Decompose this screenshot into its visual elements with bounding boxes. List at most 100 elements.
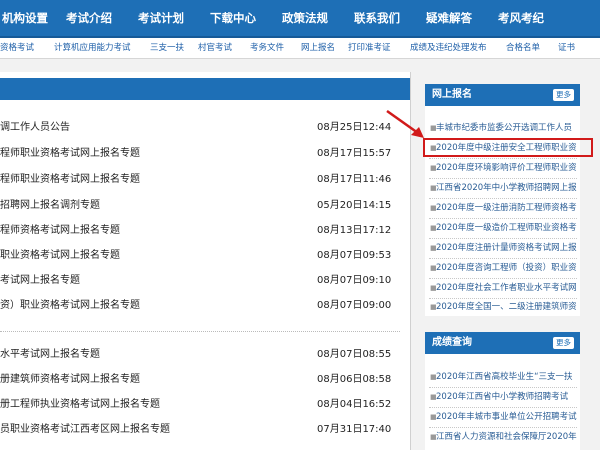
row-date: 08月17日11:46 [317, 174, 392, 185]
item-divider [429, 258, 577, 259]
online-signup-more-link[interactable]: 更多 [553, 89, 574, 101]
subnav-signup[interactable]: 网上报名 [301, 38, 335, 58]
list-row[interactable]: 员职业资格考试江西考区网上报名专题 07月31日17:40 [0, 419, 410, 441]
row-date: 08月07日09:00 [317, 300, 392, 311]
score-query-header: 成绩查询 更多 [425, 332, 580, 354]
row-date: 05月20日14:15 [317, 200, 392, 211]
score-item[interactable]: ■ 2020年江西省高校毕业生“三支一扶 [425, 369, 580, 386]
list-row[interactable]: 程师职业资格考试网上报名专题 08月17日15:57 [0, 143, 410, 165]
list-row[interactable]: 招聘网上报名调剂专题 05月20日14:15 [0, 195, 410, 217]
subnav-certificate[interactable]: 证书 [558, 38, 575, 58]
signup-item[interactable]: ■ 2020年度社会工作者职业水平考试网 [425, 280, 580, 297]
item-divider [429, 178, 577, 179]
score-item[interactable]: ■ 江西省人力资源和社会保障厅2020年 [425, 429, 580, 446]
signup-item[interactable]: ■ 2020年度环境影响评价工程师职业资 [425, 160, 580, 177]
score-item-text: 2020年江西省高校毕业生“三支一扶 [436, 372, 573, 382]
subnav-sanzhiyifu[interactable]: 三支一扶 [150, 38, 184, 58]
row-title: 程师职业资格考试网上报名专题 [0, 148, 140, 159]
row-title: 资）职业资格考试网上报名专题 [0, 300, 140, 311]
nav-item-discipline[interactable]: 考风考纪 [498, 0, 544, 36]
subnav-qualification[interactable]: 资格考试 [0, 38, 34, 58]
nav-item-intro[interactable]: 考试介绍 [66, 0, 112, 36]
row-date: 08月07日08:55 [317, 349, 392, 360]
row-date: 08月13日17:12 [317, 225, 392, 236]
row-title: 招聘网上报名调剂专题 [0, 200, 100, 211]
subnav-passlist[interactable]: 合格名单 [506, 38, 540, 58]
list-row[interactable]: 程师职业资格考试网上报名专题 08月17日11:46 [0, 169, 410, 191]
score-item-text: 2020年江西省中小学教师招聘考试 [436, 392, 569, 402]
highlight-box [423, 138, 593, 157]
signup-item[interactable]: ■ 2020年度注册计量师资格考试网上报 [425, 240, 580, 257]
list-row[interactable]: 考试网上报名专题 08月07日09:10 [0, 270, 410, 292]
signup-item-text: 2020年度全国一、二级注册建筑师资 [436, 302, 577, 312]
signup-item[interactable]: ■ 江西省2020年中小学教师招聘网上报 [425, 180, 580, 197]
nav-item-plan[interactable]: 考试计划 [138, 0, 184, 36]
row-title: 水平考试网上报名专题 [0, 349, 100, 360]
row-title: 册建筑师资格考试网上报名专题 [0, 374, 140, 385]
score-item-text: 江西省人力资源和社会保障厅2020年 [436, 432, 577, 442]
row-title: 考试网上报名专题 [0, 275, 80, 286]
sub-navigation: 资格考试 计算机应用能力考试 三支一扶 村官考试 考务文件 网上报名 打印准考证… [0, 38, 600, 59]
nav-item-faq[interactable]: 疑难解答 [426, 0, 472, 36]
signup-item[interactable]: ■ 2020年度全国一、二级注册建筑师资 [425, 299, 580, 316]
row-date: 08月07日09:10 [317, 275, 392, 286]
subnav-results[interactable]: 成绩及违纪处理发布 [410, 38, 487, 58]
online-signup-header: 网上报名 更多 [425, 84, 580, 106]
announcement-list: 调工作人员公告 08月25日12:44 程师职业资格考试网上报名专题 08月17日1… [0, 72, 411, 450]
row-date: 08月07日09:53 [317, 250, 392, 261]
item-divider [429, 427, 577, 428]
row-date: 08月04日16:52 [317, 399, 392, 410]
signup-item-text: 2020年度咨询工程师（投资）职业资 [436, 263, 577, 273]
score-item[interactable]: ■ 2020年江西省中小学教师招聘考试 [425, 389, 580, 406]
signup-item-text: 2020年度一级造价工程师职业资格考 [436, 223, 577, 233]
subnav-village[interactable]: 村官考试 [198, 38, 232, 58]
signup-item[interactable]: ■ 丰城市纪委市监委公开选调工作人员 [425, 120, 580, 137]
row-date: 08月17日15:57 [317, 148, 392, 159]
score-query-more-link[interactable]: 更多 [553, 337, 574, 349]
item-divider [429, 407, 577, 408]
online-signup-title: 网上报名 [432, 89, 472, 100]
row-title: 职业资格考试网上报名专题 [0, 250, 120, 261]
item-divider [429, 218, 577, 219]
signup-item-text: 2020年度一级注册消防工程师资格考 [436, 203, 577, 213]
subnav-documents[interactable]: 考务文件 [250, 38, 284, 58]
red-arrow-icon [386, 109, 424, 138]
row-date: 08月06日08:58 [317, 374, 392, 385]
signup-item[interactable]: ■ 2020年度咨询工程师（投资）职业资 [425, 260, 580, 277]
signup-item-text: 江西省2020年中小学教师招聘网上报 [436, 183, 577, 193]
row-date: 08月25日12:44 [317, 122, 392, 133]
row-title: 员职业资格考试江西考区网上报名专题 [0, 424, 170, 435]
score-item[interactable]: ■ 2020年丰城市事业单位公开招聘考试 [425, 409, 580, 426]
subnav-computer[interactable]: 计算机应用能力考试 [54, 38, 131, 58]
list-row[interactable]: 职业资格考试网上报名专题 08月07日09:53 [0, 245, 410, 267]
row-title: 调工作人员公告 [0, 122, 70, 133]
subnav-admission[interactable]: 打印准考证 [348, 38, 391, 58]
signup-item[interactable]: ■ 2020年度一级注册消防工程师资格考 [425, 200, 580, 217]
item-divider [429, 198, 577, 199]
nav-item-contact[interactable]: 联系我们 [354, 0, 400, 36]
list-row[interactable]: 册工程师执业资格考试网上报名专题 08月04日16:52 [0, 394, 410, 416]
row-title: 册工程师执业资格考试网上报名专题 [0, 399, 160, 410]
list-row[interactable]: 册建筑师资格考试网上报名专题 08月06日08:58 [0, 369, 410, 391]
list-row[interactable]: 资）职业资格考试网上报名专题 08月07日09:00 [0, 295, 410, 317]
row-title: 程师资格考试网上报名专题 [0, 225, 120, 236]
list-divider [0, 331, 400, 332]
list-row[interactable]: 程师资格考试网上报名专题 08月13日17:12 [0, 220, 410, 242]
row-title: 程师职业资格考试网上报名专题 [0, 174, 140, 185]
online-signup-panel: 网上报名 更多 ■ 丰城市纪委市监委公开选调工作人员 ■ 2020年度中级注册安全工… [425, 84, 580, 316]
item-divider [429, 158, 577, 159]
signup-item-text: 丰城市纪委市监委公开选调工作人员 [436, 123, 573, 133]
item-divider [429, 238, 577, 239]
list-header-bar [0, 78, 410, 100]
score-query-title: 成绩查询 [432, 337, 472, 348]
list-row[interactable]: 调工作人员公告 08月25日12:44 [0, 117, 410, 139]
signup-item-text: 2020年度注册计量师资格考试网上报 [436, 243, 577, 253]
score-query-panel: 成绩查询 更多 ■ 2020年江西省高校毕业生“三支一扶 ■ 2020年江西省中小学… [425, 332, 580, 450]
nav-item-policy[interactable]: 政策法规 [282, 0, 328, 36]
top-navigation: 机构设置 考试介绍 考试计划 下载中心 政策法规 联系我们 疑难解答 考风考纪 [0, 0, 600, 38]
list-row[interactable]: 水平考试网上报名专题 08月07日08:55 [0, 344, 410, 366]
nav-item-org[interactable]: 机构设置 [2, 0, 48, 36]
nav-item-download[interactable]: 下载中心 [210, 0, 256, 36]
signup-item[interactable]: ■ 2020年度一级造价工程师职业资格考 [425, 220, 580, 237]
score-item-text: 2020年丰城市事业单位公开招聘考试 [436, 412, 577, 422]
